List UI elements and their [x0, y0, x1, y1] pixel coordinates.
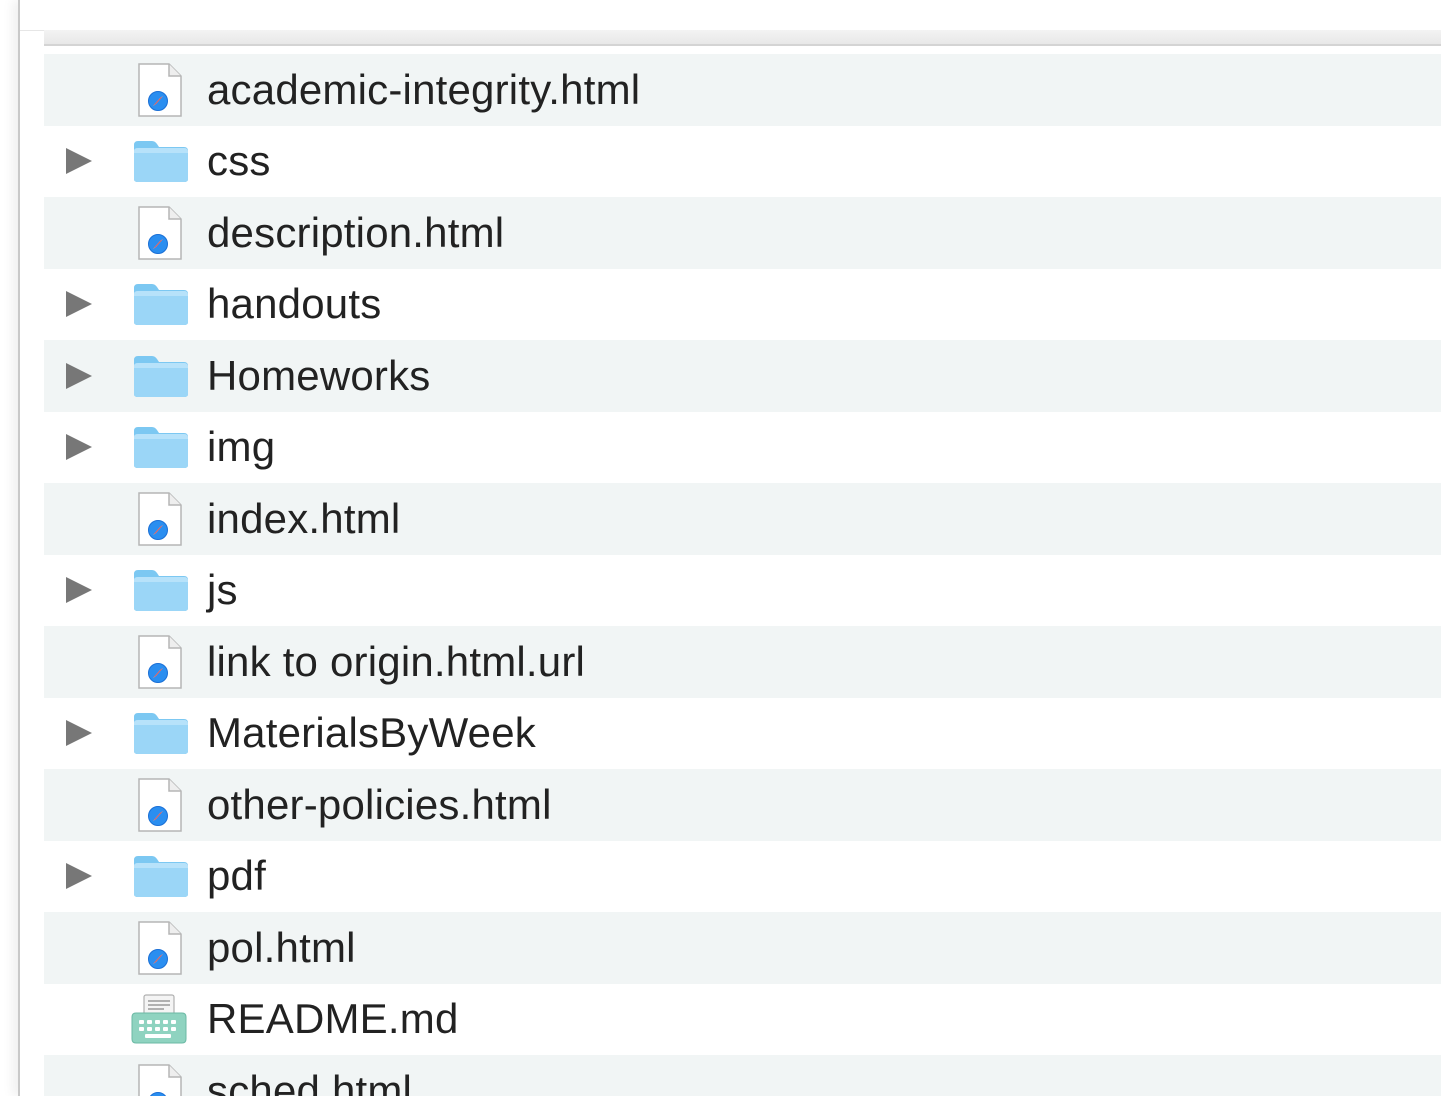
folder-row[interactable]: img [44, 412, 1441, 484]
folder-icon [132, 568, 190, 612]
folder-row[interactable]: Homeworks [44, 340, 1441, 412]
folder-icon [132, 711, 190, 755]
item-name: link to origin.html.url [207, 637, 586, 685]
folder-row[interactable]: js [44, 555, 1441, 627]
safari-document-icon [137, 634, 183, 690]
markdown-document-icon [130, 993, 188, 1045]
window-toolbar [20, 0, 1441, 31]
item-name: Homeworks [207, 351, 431, 399]
disclosure-triangle-icon[interactable] [66, 291, 92, 318]
item-name: MaterialsByWeek [207, 709, 536, 757]
item-name: js [207, 566, 238, 614]
safari-document-icon [137, 205, 183, 261]
file-row[interactable]: README.md [44, 984, 1441, 1056]
folder-icon [132, 282, 190, 326]
safari-document-icon [137, 491, 183, 547]
item-name: handouts [207, 280, 382, 328]
item-name: index.html [207, 494, 401, 542]
item-name: pol.html [207, 923, 356, 971]
item-name: other-policies.html [207, 780, 552, 828]
file-row[interactable]: academic-integrity.html [44, 54, 1441, 126]
item-name: css [207, 137, 271, 185]
folder-icon [132, 425, 190, 469]
folder-row[interactable]: css [44, 126, 1441, 198]
folder-icon [132, 354, 190, 398]
file-row[interactable]: pol.html [44, 912, 1441, 984]
item-name: academic-integrity.html [207, 65, 641, 113]
disclosure-triangle-icon[interactable] [66, 434, 92, 461]
folder-icon [132, 854, 190, 898]
disclosure-triangle-icon[interactable] [66, 577, 92, 604]
safari-document-icon [137, 1063, 183, 1096]
safari-document-icon [137, 62, 183, 118]
disclosure-triangle-icon[interactable] [66, 863, 92, 890]
finder-window: academic-integrity.html css description.… [18, 0, 1441, 1096]
item-name: pdf [207, 852, 266, 900]
folder-row[interactable]: handouts [44, 269, 1441, 341]
item-name: description.html [207, 208, 505, 256]
safari-document-icon [137, 920, 183, 976]
folder-row[interactable]: MaterialsByWeek [44, 698, 1441, 770]
file-row[interactable]: other-policies.html [44, 769, 1441, 841]
disclosure-triangle-icon[interactable] [66, 720, 92, 747]
item-name: sched.html [207, 1066, 413, 1096]
disclosure-triangle-icon[interactable] [66, 362, 92, 389]
list-column-header [44, 30, 1441, 46]
file-row[interactable]: sched.html [44, 1055, 1441, 1096]
folder-icon [132, 139, 190, 183]
file-list: academic-integrity.html css description.… [44, 54, 1441, 1096]
disclosure-triangle-icon[interactable] [66, 148, 92, 175]
file-row[interactable]: index.html [44, 483, 1441, 555]
item-name: img [207, 423, 276, 471]
safari-document-icon [137, 777, 183, 833]
file-row[interactable]: description.html [44, 197, 1441, 269]
file-row[interactable]: link to origin.html.url [44, 626, 1441, 698]
item-name: README.md [207, 995, 459, 1043]
folder-row[interactable]: pdf [44, 841, 1441, 913]
